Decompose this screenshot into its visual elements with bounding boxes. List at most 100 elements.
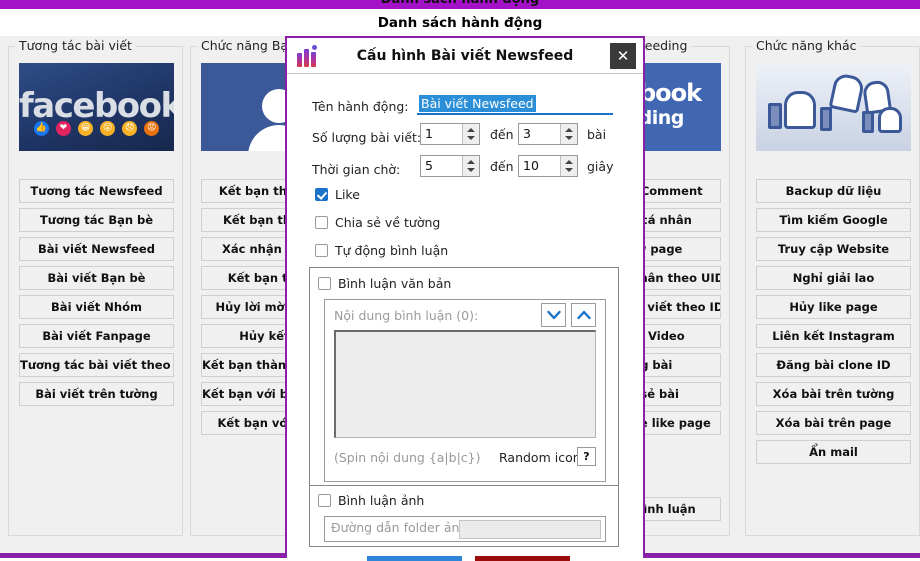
stepper-down-icon[interactable] bbox=[467, 168, 475, 172]
help-icon[interactable]: ? bbox=[577, 447, 596, 466]
stepper-up-icon[interactable] bbox=[467, 160, 475, 164]
chevron-down-icon[interactable] bbox=[541, 303, 566, 327]
button-truy-cap-website[interactable]: Truy cập Website bbox=[756, 237, 911, 261]
thumb-hand-icon-4 bbox=[878, 107, 902, 133]
button-xoa-bai-tren-tuong[interactable]: Xóa bài trên tường bbox=[756, 382, 911, 406]
reactions-row: 👍 ❤ 😀 😮 😞 😡 bbox=[19, 118, 174, 137]
post-count-unit: bài bbox=[587, 127, 607, 142]
stepper-up-icon[interactable] bbox=[467, 128, 475, 132]
checkbox-auto-comment-label: Tự động bình luận bbox=[335, 243, 449, 258]
button-dang-bai-clone-id[interactable]: Đăng bài clone ID bbox=[756, 353, 911, 377]
page-title: Danh sách hành động bbox=[0, 10, 920, 36]
checkbox-like-label: Like bbox=[335, 187, 360, 202]
reaction-angry-icon: 😡 bbox=[144, 120, 160, 136]
button-tuong-tac-newsfeed[interactable]: Tương tác Newsfeed bbox=[19, 179, 174, 203]
reaction-haha-icon: 😀 bbox=[77, 120, 93, 136]
clipped-window-title: Danh sách hành động bbox=[0, 0, 920, 7]
stepper-up-icon[interactable] bbox=[565, 128, 573, 132]
group-legend: Tương tác bài viết bbox=[15, 38, 136, 53]
button-bai-viet-tren-tuong[interactable]: Bài viết trên tường bbox=[19, 382, 174, 406]
wait-time-from-arrows[interactable] bbox=[462, 156, 479, 176]
random-icon-label[interactable]: Random icon bbox=[499, 450, 581, 465]
button-bai-viet-ban-be[interactable]: Bài viết Bạn bè bbox=[19, 266, 174, 290]
field-post-count: Số lượng bài viết: bbox=[312, 127, 421, 146]
close-button[interactable]: Đóng bbox=[475, 556, 570, 561]
wait-time-to-stepper[interactable]: 10 bbox=[518, 155, 578, 177]
checkbox-auto-comment-box[interactable] bbox=[315, 244, 328, 257]
reaction-love-icon: ❤ bbox=[55, 120, 71, 136]
thumb-stem-icon bbox=[768, 103, 782, 129]
wait-time-label: Thời gian chờ: bbox=[312, 162, 401, 177]
post-count-to-word: đến bbox=[490, 127, 514, 142]
wait-time-from-stepper[interactable]: 5 bbox=[420, 155, 480, 177]
checkbox-like-box[interactable] bbox=[315, 188, 328, 201]
top-purple-strip: Danh sách hành động bbox=[0, 0, 920, 9]
wait-time-to-value: 10 bbox=[523, 158, 539, 173]
action-name-value: Bài viết Newsfeed bbox=[419, 95, 536, 112]
spin-syntax-hint: (Spin nội dung {a|b|c}) bbox=[334, 450, 481, 465]
post-count-to-arrows[interactable] bbox=[560, 124, 577, 144]
post-count-to-value: 3 bbox=[523, 126, 531, 141]
image-comment-panel: Bình luận ảnh Đường dẫn folder ảnh: bbox=[309, 485, 619, 547]
dialog-title: Cấu hình Bài viết Newsfeed bbox=[356, 48, 574, 64]
button-lien-ket-instagram[interactable]: Liên kết Instagram bbox=[756, 324, 911, 348]
reaction-sad-icon: 😞 bbox=[122, 120, 138, 136]
close-icon[interactable]: ✕ bbox=[610, 43, 636, 69]
button-tim-kiem-google[interactable]: Tìm kiếm Google bbox=[756, 208, 911, 232]
button-huy-like-page[interactable]: Hủy like page bbox=[756, 295, 911, 319]
group-tuong-tac-bai-viet: Tương tác bài viết facebook 👍 ❤ 😀 😮 😞 😡 … bbox=[8, 38, 183, 536]
text-comment-panel: Bình luận văn bản Nội dung bình luận (0)… bbox=[309, 267, 619, 493]
action-name-input[interactable]: Bài viết Newsfeed bbox=[417, 93, 613, 115]
image-folder-path-field[interactable]: Đường dẫn folder ảnh: bbox=[324, 516, 606, 542]
image-folder-path-label: Đường dẫn folder ảnh: bbox=[331, 520, 472, 535]
app-window: Danh sách hành động Danh sách hành động … bbox=[0, 0, 920, 561]
post-count-from-value: 1 bbox=[425, 126, 433, 141]
checkbox-image-comment-box[interactable] bbox=[318, 494, 331, 507]
checkbox-share-wall-label: Chia sẻ về tường bbox=[335, 215, 441, 230]
wait-time-from-value: 5 bbox=[425, 158, 433, 173]
thumb-hand-icon bbox=[784, 91, 816, 129]
button-bai-viet-fanpage[interactable]: Bài viết Fanpage bbox=[19, 324, 174, 348]
button-tuong-tac-bai-viet-theo-id[interactable]: Tương tác bài viết theo ID bbox=[19, 353, 174, 377]
reaction-like-icon: 👍 bbox=[33, 120, 49, 136]
group-chuc-nang-khac: Chức năng khác Backup dữ liệu Tìm kiếm G… bbox=[745, 38, 920, 536]
button-tuong-tac-ban-be[interactable]: Tương tác Bạn bè bbox=[19, 208, 174, 232]
checkbox-image-comment[interactable]: Bình luận ảnh bbox=[318, 493, 424, 508]
group-legend: Chức năng khác bbox=[752, 38, 861, 53]
button-backup-du-lieu[interactable]: Backup dữ liệu bbox=[756, 179, 911, 203]
thumb-hand-icon-2 bbox=[828, 72, 866, 114]
checkbox-text-comment-box[interactable] bbox=[318, 277, 331, 290]
comment-textarea[interactable] bbox=[334, 330, 596, 438]
checkbox-text-comment-label: Bình luận văn bản bbox=[338, 276, 452, 291]
post-count-label: Số lượng bài viết: bbox=[312, 130, 422, 145]
button-bai-viet-newsfeed[interactable]: Bài viết Newsfeed bbox=[19, 237, 174, 261]
button-bai-viet-nhom[interactable]: Bài viết Nhóm bbox=[19, 295, 174, 319]
post-count-from-stepper[interactable]: 1 bbox=[420, 123, 480, 145]
post-count-to-stepper[interactable]: 3 bbox=[518, 123, 578, 145]
image-folder-path-input[interactable] bbox=[459, 520, 601, 539]
dialog-title-bar: Cấu hình Bài viết Newsfeed ✕ bbox=[287, 38, 643, 74]
comment-content-label: Nội dung bình luận (0): bbox=[334, 308, 479, 323]
checkbox-share-wall-box[interactable] bbox=[315, 216, 328, 229]
button-xoa-bai-tren-page[interactable]: Xóa bài trên page bbox=[756, 411, 911, 435]
thumb-stem-icon-2 bbox=[820, 107, 832, 131]
button-nghi-giai-lao[interactable]: Nghỉ giải lao bbox=[756, 266, 911, 290]
post-count-from-arrows[interactable] bbox=[462, 124, 479, 144]
stepper-down-icon[interactable] bbox=[467, 136, 475, 140]
checkbox-text-comment[interactable]: Bình luận văn bản bbox=[318, 276, 451, 291]
comment-content-box: Nội dung bình luận (0): (Spin nội dung {… bbox=[324, 299, 606, 482]
stepper-down-icon[interactable] bbox=[565, 168, 573, 172]
checkbox-share-wall[interactable]: Chia sẻ về tường bbox=[315, 215, 440, 230]
stepper-up-icon[interactable] bbox=[565, 160, 573, 164]
checkbox-auto-comment[interactable]: Tự động bình luận bbox=[315, 243, 448, 258]
stepper-down-icon[interactable] bbox=[565, 136, 573, 140]
chevron-up-icon[interactable] bbox=[571, 303, 596, 327]
facebook-reactions-banner: facebook 👍 ❤ 😀 😮 😞 😡 bbox=[19, 63, 174, 151]
wait-time-to-arrows[interactable] bbox=[560, 156, 577, 176]
checkbox-like[interactable]: Like bbox=[315, 187, 360, 202]
button-an-mail[interactable]: Ẩn mail bbox=[756, 440, 911, 464]
wait-time-unit: giây bbox=[587, 159, 614, 174]
field-action-name: Tên hành động: bbox=[312, 96, 409, 115]
checkbox-image-comment-label: Bình luận ảnh bbox=[338, 493, 425, 508]
add-button[interactable]: Thêm bbox=[367, 556, 462, 561]
